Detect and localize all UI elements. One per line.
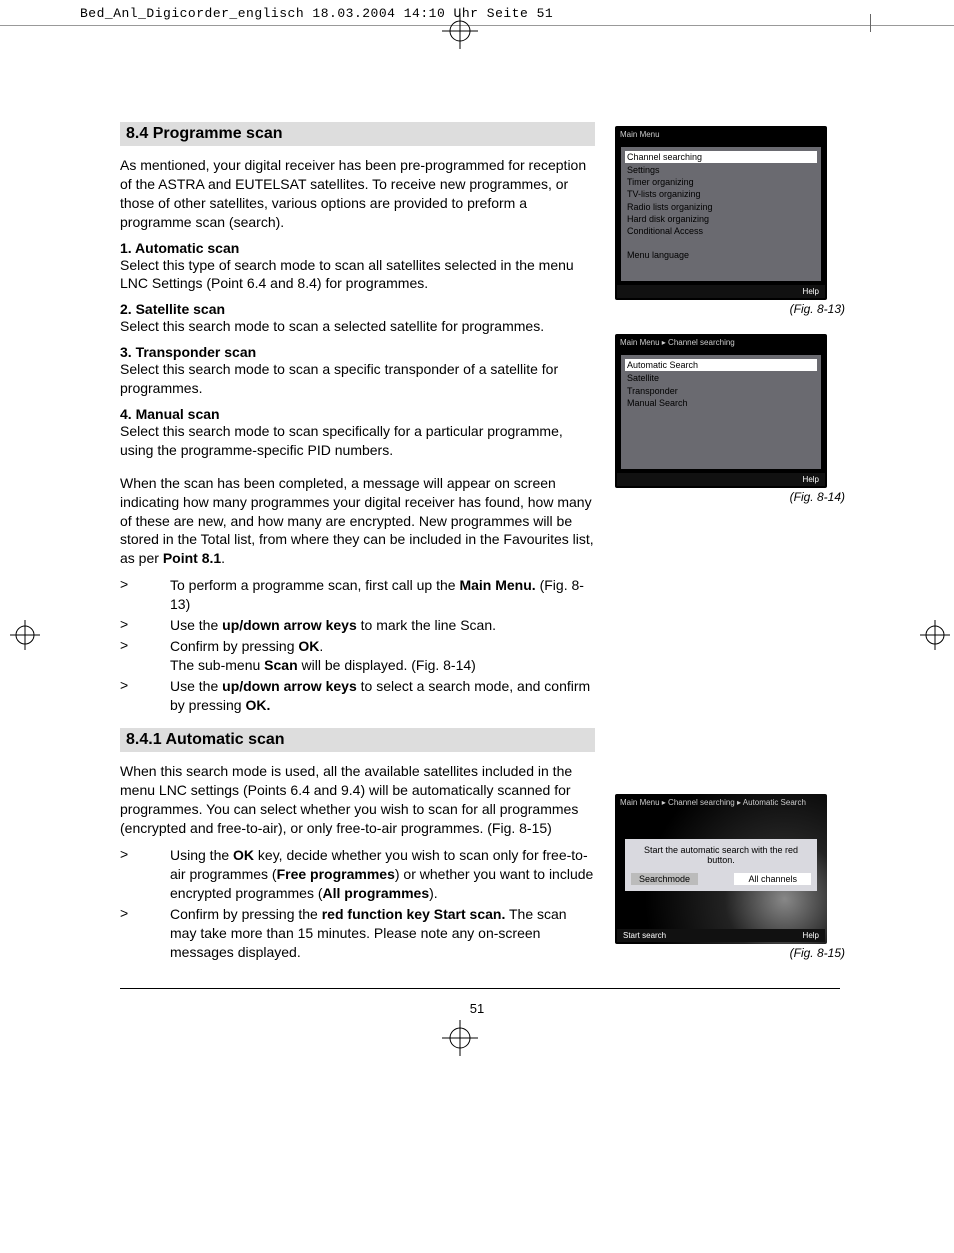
menu-item	[627, 237, 815, 249]
dialog-row: Searchmode All channels	[631, 873, 811, 885]
menu-item: Timer organizing	[627, 176, 815, 188]
registration-mark-right	[920, 620, 950, 650]
tv-screen-2: Main Menu ▸ Channel searching Automatic …	[615, 334, 827, 488]
bullet-symbol: >	[120, 637, 170, 675]
right-column: Main Menu Channel searchingSettingsTimer…	[615, 122, 845, 978]
menu-item: Automatic Search	[625, 359, 817, 371]
start-search-label: Start search	[623, 931, 666, 940]
tv-menu-panel: Channel searchingSettingsTimer organizin…	[621, 147, 821, 281]
bullet-list-2: >Using the OK key, decide whether you wi…	[120, 846, 595, 961]
tv-breadcrumb: Main Menu ▸ Channel searching ▸ Automati…	[617, 796, 825, 809]
bullet-item: >Using the OK key, decide whether you wi…	[120, 846, 595, 903]
mode-value: All channels	[734, 873, 811, 885]
bullet-text: To perform a programme scan, first call …	[170, 576, 595, 614]
menu-item: Satellite	[627, 372, 815, 384]
figure-8-14: Main Menu ▸ Channel searching Automatic …	[615, 334, 845, 504]
tv-breadcrumb: Main Menu ▸ Channel searching	[617, 336, 825, 349]
menu-item: Transponder	[627, 385, 815, 397]
section-title-8-4: 8.4 Programme scan	[120, 122, 595, 146]
dialog-text: Start the automatic search with the red …	[631, 845, 811, 865]
bullet-item: >Confirm by pressing OK.The sub-menu Sca…	[120, 637, 595, 675]
left-column: 8.4 Programme scan As mentioned, your di…	[120, 122, 615, 978]
header-text: Bed_Anl_Digicorder_englisch 18.03.2004 1…	[80, 6, 553, 21]
footer-rule	[120, 988, 840, 989]
tv-help: Help	[803, 931, 819, 940]
figure-caption: (Fig. 8-14)	[615, 490, 845, 504]
menu-item: Settings	[627, 164, 815, 176]
figure-8-13: Main Menu Channel searchingSettingsTimer…	[615, 126, 845, 316]
menu-item: Hard disk organizing	[627, 213, 815, 225]
section-title-8-4-1: 8.4.1 Automatic scan	[120, 728, 595, 752]
bullet-text: Use the up/down arrow keys to select a s…	[170, 677, 595, 715]
bullet-symbol: >	[120, 677, 170, 715]
menu-item: Manual Search	[627, 397, 815, 409]
intro-paragraph: As mentioned, your digital receiver has …	[120, 156, 595, 232]
sub-1-text: Select this type of search mode to scan …	[120, 256, 595, 294]
after-scans-paragraph: When the scan has been completed, a mess…	[120, 474, 595, 568]
tv-help: Help	[617, 285, 825, 298]
figure-caption: (Fig. 8-13)	[615, 302, 845, 316]
tv-bottom-bar: Start search Help	[617, 929, 825, 942]
menu-item: Radio lists organizing	[627, 201, 815, 213]
bullet-item: >Confirm by pressing the red function ke…	[120, 905, 595, 962]
tv-dialog: Start the automatic search with the red …	[625, 839, 817, 891]
cropmark-top	[0, 26, 954, 52]
sub-4-head: 4. Manual scan	[120, 406, 595, 422]
bullet-symbol: >	[120, 846, 170, 903]
content: 8.4 Programme scan As mentioned, your di…	[0, 52, 954, 978]
spacer	[617, 899, 825, 929]
bullet-item: >Use the up/down arrow keys to mark the …	[120, 616, 595, 635]
sec2-intro: When this search mode is used, all the a…	[120, 762, 595, 838]
figure-caption: (Fig. 8-15)	[615, 946, 845, 960]
bullet-symbol: >	[120, 905, 170, 962]
bullet-text: Using the OK key, decide whether you wis…	[170, 846, 595, 903]
menu-item: Channel searching	[625, 151, 817, 163]
registration-mark-left	[10, 620, 40, 650]
bullet-item: >Use the up/down arrow keys to select a …	[120, 677, 595, 715]
mode-label: Searchmode	[631, 873, 698, 885]
tv-screen-3: Main Menu ▸ Channel searching ▸ Automati…	[615, 794, 827, 944]
sub-3-text: Select this search mode to scan a specif…	[120, 360, 595, 398]
cropmark-bottom	[0, 1016, 954, 1056]
bullet-text: Confirm by pressing OK.The sub-menu Scan…	[170, 637, 595, 675]
sub-2-head: 2. Satellite scan	[120, 301, 595, 317]
menu-item: Conditional Access	[627, 225, 815, 237]
tv-breadcrumb: Main Menu	[617, 128, 825, 141]
menu-item: TV-lists organizing	[627, 188, 815, 200]
menu-item: Menu language	[627, 249, 815, 261]
tv-help: Help	[617, 473, 825, 486]
page-number: 51	[0, 1001, 954, 1016]
sub-2-text: Select this search mode to scan a select…	[120, 317, 595, 336]
bullet-text: Use the up/down arrow keys to mark the l…	[170, 616, 595, 635]
bullet-item: >To perform a programme scan, first call…	[120, 576, 595, 614]
bullet-symbol: >	[120, 616, 170, 635]
after-scans-bold: Point 8.1	[163, 550, 221, 566]
bullet-symbol: >	[120, 576, 170, 614]
figure-8-15: Main Menu ▸ Channel searching ▸ Automati…	[615, 794, 845, 960]
bullet-text: Confirm by pressing the red function key…	[170, 905, 595, 962]
tv-menu-panel: Automatic SearchSatelliteTransponderManu…	[621, 355, 821, 469]
sub-3-head: 3. Transponder scan	[120, 344, 595, 360]
sub-1-head: 1. Automatic scan	[120, 240, 595, 256]
sub-4-text: Select this search mode to scan specific…	[120, 422, 595, 460]
bullet-list-1: >To perform a programme scan, first call…	[120, 576, 595, 714]
tv-screen-1: Main Menu Channel searchingSettingsTimer…	[615, 126, 827, 300]
